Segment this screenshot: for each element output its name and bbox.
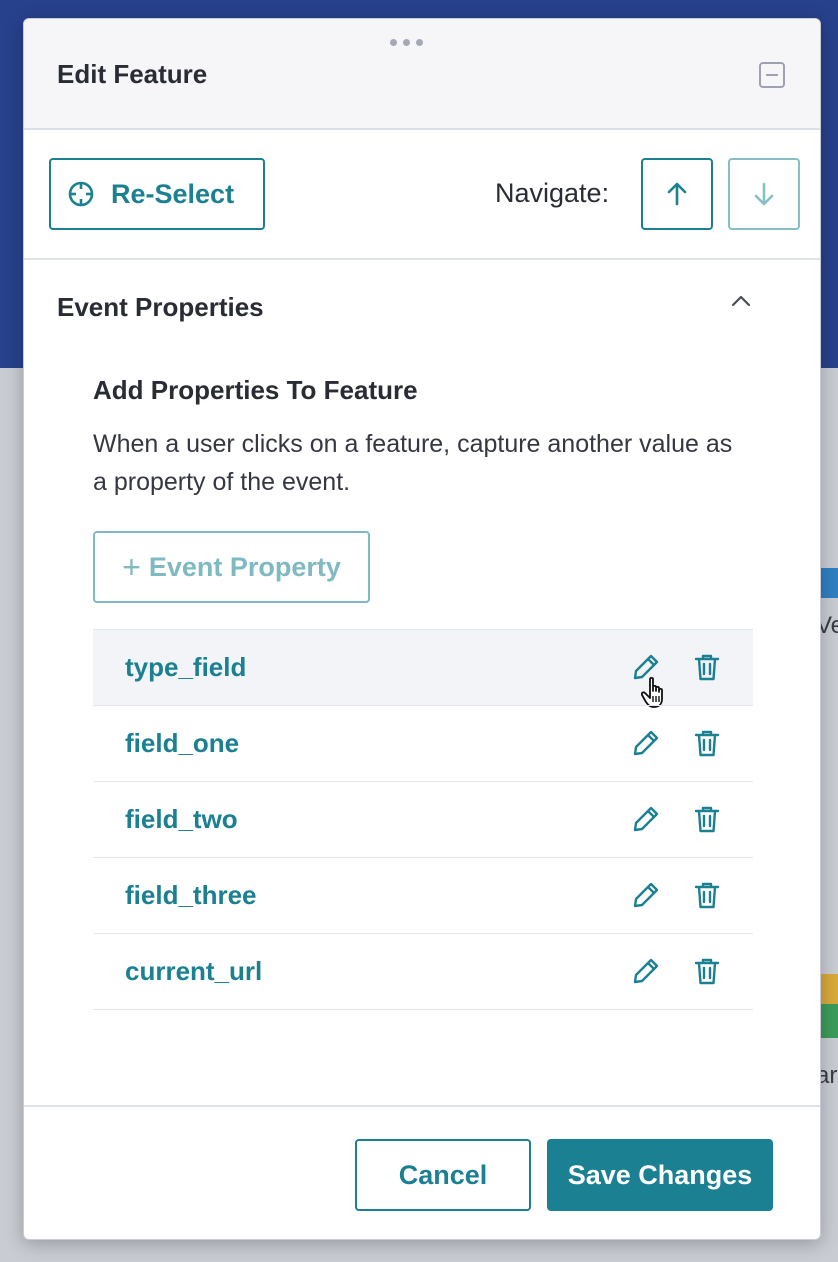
navigate-up-button[interactable]	[641, 158, 713, 230]
property-row[interactable]: field_three	[93, 857, 753, 933]
trash-icon[interactable]	[693, 880, 721, 910]
trash-icon[interactable]	[693, 652, 721, 682]
navigate-label: Navigate:	[495, 178, 610, 208]
add-event-property-label: Event Property	[148, 551, 341, 582]
save-changes-button[interactable]: Save Changes	[547, 1139, 773, 1211]
trash-icon[interactable]	[693, 956, 721, 986]
property-row[interactable]: current_url	[93, 933, 753, 1010]
property-name[interactable]: field_one	[125, 728, 239, 759]
background-color-strip	[818, 974, 838, 1004]
trash-icon[interactable]	[693, 804, 721, 834]
property-name[interactable]: field_two	[125, 804, 238, 835]
background-color-strip	[818, 568, 838, 598]
trash-icon[interactable]	[693, 728, 721, 758]
drag-handle-icon[interactable]	[390, 39, 423, 46]
edit-feature-modal: Edit Feature Re-Select Navigate: Event P…	[23, 18, 821, 1240]
modal-header: Edit Feature	[24, 19, 820, 130]
navigate-down-button[interactable]	[728, 158, 800, 230]
property-row[interactable]: field_one	[93, 705, 753, 781]
modal-footer: Cancel Save Changes	[24, 1105, 820, 1239]
pencil-icon[interactable]	[631, 956, 661, 986]
add-properties-title: Add Properties To Feature	[93, 375, 418, 405]
add-event-property-button[interactable]: + Event Property	[93, 531, 370, 603]
property-name[interactable]: field_three	[125, 880, 257, 911]
arrow-down-icon	[754, 182, 774, 206]
background-color-strip	[818, 1004, 838, 1038]
arrow-up-icon	[667, 182, 687, 206]
property-name[interactable]: current_url	[125, 956, 262, 987]
event-properties-section-header[interactable]: Event Properties	[24, 260, 820, 350]
pencil-icon[interactable]	[631, 728, 661, 758]
plus-icon: +	[122, 549, 141, 585]
reselect-label: Re-Select	[111, 178, 235, 209]
cancel-button[interactable]: Cancel	[355, 1139, 531, 1211]
add-properties-description: When a user clicks on a feature, capture…	[93, 430, 733, 496]
chevron-up-icon[interactable]	[730, 294, 752, 308]
property-row[interactable]: type_field	[93, 629, 753, 708]
pencil-icon[interactable]	[631, 880, 661, 910]
pencil-icon[interactable]	[631, 804, 661, 834]
reselect-button[interactable]: Re-Select	[49, 158, 265, 230]
feature-toolbar: Re-Select Navigate:	[24, 130, 820, 260]
modal-title: Edit Feature	[57, 59, 208, 89]
property-list: type_field field_one field_two field_thr…	[93, 629, 753, 1010]
section-title: Event Properties	[57, 292, 264, 322]
crosshair-icon	[68, 181, 94, 207]
property-name[interactable]: type_field	[125, 652, 246, 683]
minimize-icon[interactable]	[759, 62, 785, 88]
property-row[interactable]: field_two	[93, 781, 753, 857]
